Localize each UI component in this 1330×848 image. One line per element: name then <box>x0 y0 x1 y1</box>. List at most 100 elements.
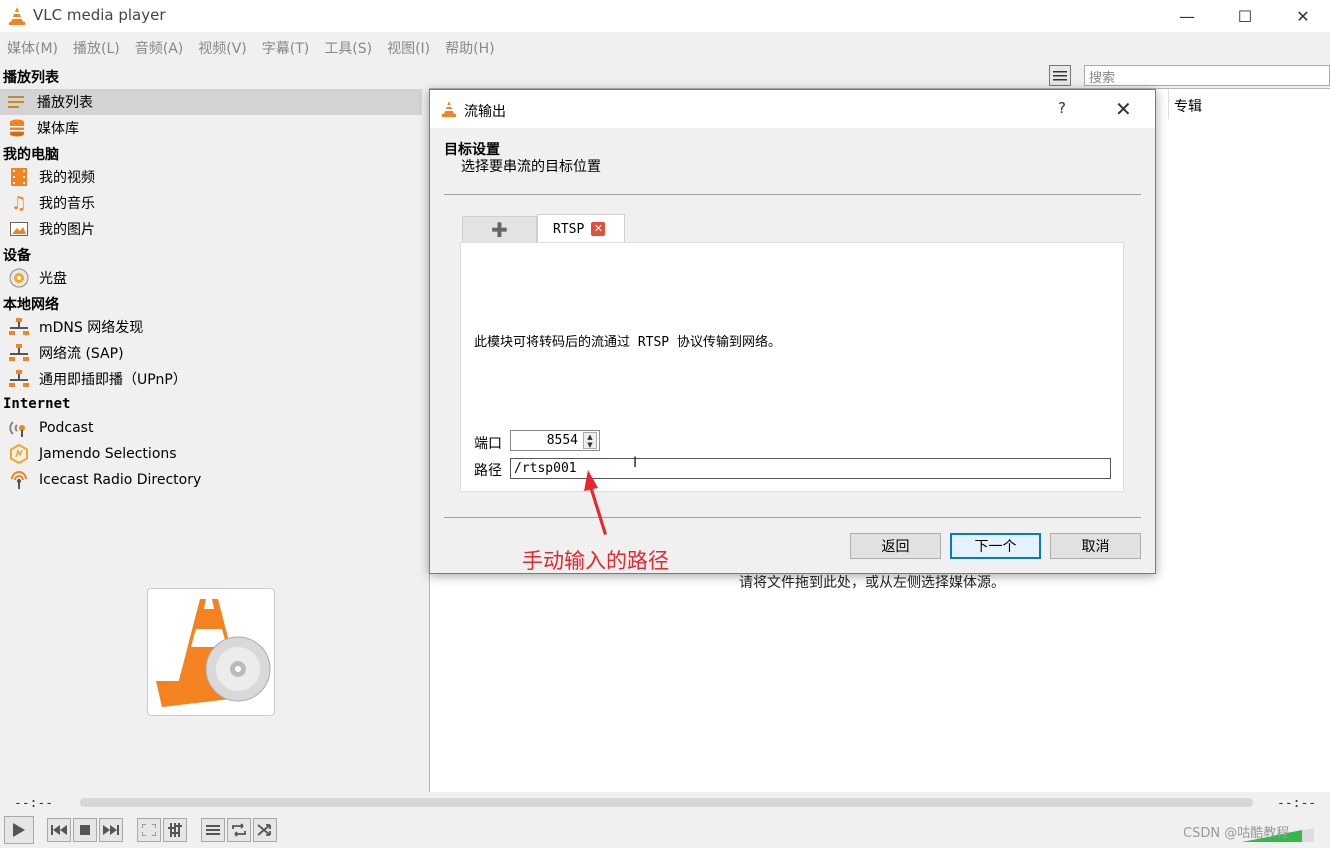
sidebar-item-label: 播放列表 <box>37 95 93 111</box>
play-button[interactable] <box>4 816 34 844</box>
rtsp-settings-panel: 此模块可将转码后的流通过 RTSP 协议传输到网络。 端口 8554 ▲ ▼ 路径… <box>460 242 1124 492</box>
dialog-close-button[interactable]: ✕ <box>1115 97 1132 121</box>
cancel-button[interactable]: 取消 <box>1050 533 1141 559</box>
next-button[interactable]: 下一个 <box>950 533 1041 559</box>
sidebar-item-media-library[interactable]: 媒体库 <box>0 115 422 141</box>
sidebar-header-my-computer: 我的电脑 <box>3 147 59 163</box>
port-spinbox[interactable]: 8554 ▲ ▼ <box>510 430 600 451</box>
sidebar: 播放列表 播放列表 媒体库 我的电脑 我的视频 ♫ 我的音乐 我的图片 设备 光… <box>0 62 428 792</box>
shuffle-icon <box>257 824 271 836</box>
sidebar-item-label: 媒体库 <box>37 121 79 137</box>
window-title: VLC media player <box>33 6 166 24</box>
search-input[interactable]: 搜索 <box>1084 65 1330 86</box>
playlist-view-button[interactable] <box>1049 65 1071 86</box>
menu-view[interactable]: 视图(I) <box>380 34 438 60</box>
stream-output-dialog: 流输出 ? ✕ 目标设置 选择要串流的目标位置 ✚ RTSP ✕ 此模块可将转码… <box>429 89 1156 574</box>
divider <box>444 194 1141 195</box>
sidebar-item-label: 我的音乐 <box>39 196 95 212</box>
total-time: --:-- <box>1277 796 1317 811</box>
sidebar-item-label: Icecast Radio Directory <box>39 472 202 488</box>
tab-rtsp[interactable]: RTSP ✕ <box>537 214 625 243</box>
menu-subtitle[interactable]: 字幕(T) <box>255 34 317 60</box>
tab-close-icon[interactable]: ✕ <box>591 222 606 236</box>
annotation-arrow-icon <box>584 470 607 535</box>
menu-media[interactable]: 媒体(M) <box>0 34 66 60</box>
next-track-button[interactable] <box>99 818 123 842</box>
vlc-cone-icon <box>442 101 456 117</box>
podcast-icon <box>9 418 29 438</box>
loop-button[interactable] <box>227 818 251 842</box>
help-button[interactable]: ? <box>1058 99 1066 117</box>
vlc-cone-disc-icon <box>156 599 271 707</box>
add-destination-tab[interactable]: ✚ <box>462 216 537 242</box>
sidebar-item-playlist[interactable]: 播放列表 <box>0 89 422 115</box>
module-description: 此模块可将转码后的流通过 RTSP 协议传输到网络。 <box>474 335 781 350</box>
column-separator <box>1168 89 1169 119</box>
column-header-album[interactable]: 专辑 <box>1174 96 1202 116</box>
back-button[interactable]: 返回 <box>850 533 941 559</box>
sidebar-item-label: Jamendo Selections <box>39 446 177 462</box>
port-label: 端口 <box>474 436 502 452</box>
menu-help[interactable]: 帮助(H) <box>438 34 502 60</box>
annotation-label: 手动输入的路径 <box>522 549 669 573</box>
sidebar-item-disc[interactable]: 光盘 <box>0 265 422 291</box>
path-value: /rtsp001 <box>514 461 577 476</box>
previous-button[interactable] <box>47 818 71 842</box>
sidebar-item-label: Podcast <box>39 420 94 436</box>
equalizer-icon <box>168 823 182 837</box>
sidebar-header-internet: Internet <box>3 396 71 412</box>
dialog-title: 流输出 <box>464 104 506 120</box>
shuffle-button[interactable] <box>253 818 277 842</box>
sidebar-item-jamendo[interactable]: Jamendo Selections <box>0 441 422 467</box>
maximize-button[interactable]: ☐ <box>1216 0 1274 32</box>
library-icon <box>7 118 27 138</box>
fullscreen-button[interactable] <box>137 818 161 842</box>
playlist-icon <box>7 92 27 112</box>
sidebar-item-sap[interactable]: 网络流 (SAP) <box>0 340 422 366</box>
stop-button[interactable] <box>73 818 97 842</box>
network-icon <box>9 317 29 337</box>
sidebar-header-local-network: 本地网络 <box>3 297 59 313</box>
sidebar-item-label: mDNS 网络发现 <box>39 320 144 336</box>
repeat-icon <box>232 823 246 837</box>
network-icon <box>9 343 29 363</box>
dialog-titlebar: 流输出 ? ✕ <box>430 90 1155 128</box>
list-view-icon <box>1053 70 1067 80</box>
menu-audio[interactable]: 音频(A) <box>128 34 192 60</box>
spin-arrows-icon[interactable]: ▲ ▼ <box>583 432 597 449</box>
menu-tools[interactable]: 工具(S) <box>317 34 380 60</box>
stop-icon <box>80 825 90 835</box>
playlist-icon <box>206 825 220 835</box>
minimize-button[interactable]: — <box>1158 0 1216 32</box>
skip-back-icon <box>51 825 67 835</box>
tab-label: RTSP <box>553 221 585 237</box>
divider <box>444 517 1141 518</box>
menu-video[interactable]: 视频(V) <box>191 34 255 60</box>
film-icon <box>9 167 29 187</box>
sidebar-item-podcast[interactable]: Podcast <box>0 415 422 441</box>
sidebar-item-label: 光盘 <box>39 271 67 287</box>
sidebar-item-icecast[interactable]: Icecast Radio Directory <box>0 467 422 493</box>
disc-icon <box>9 268 29 288</box>
sidebar-header-playlist: 播放列表 <box>3 70 59 86</box>
sidebar-item-my-music[interactable]: ♫ 我的音乐 <box>0 190 422 216</box>
sidebar-item-mdns[interactable]: mDNS 网络发现 <box>0 314 422 340</box>
jamendo-icon <box>9 444 29 464</box>
seek-slider[interactable] <box>80 798 1253 807</box>
toggle-playlist-button[interactable] <box>201 818 225 842</box>
extended-settings-button[interactable] <box>163 818 187 842</box>
menu-bar: 媒体(M) 播放(L) 音频(A) 视频(V) 字幕(T) 工具(S) 视图(I… <box>0 34 1330 60</box>
sidebar-item-label: 我的图片 <box>39 222 95 238</box>
sidebar-item-upnp[interactable]: 通用即插即播（UPnP） <box>0 366 422 392</box>
dialog-subheading: 选择要串流的目标位置 <box>461 159 601 175</box>
sidebar-item-label: 我的视频 <box>39 170 95 186</box>
sidebar-item-label: 网络流 (SAP) <box>39 346 124 362</box>
close-window-button[interactable]: ✕ <box>1274 0 1330 32</box>
sidebar-item-my-pictures[interactable]: 我的图片 <box>0 216 422 242</box>
menu-playback[interactable]: 播放(L) <box>66 34 128 60</box>
picture-icon <box>9 219 29 239</box>
elapsed-time: --:-- <box>14 796 54 811</box>
sidebar-item-my-videos[interactable]: 我的视频 <box>0 164 422 190</box>
window-titlebar: VLC media player — ☐ ✕ <box>0 0 1330 32</box>
path-label: 路径 <box>474 463 502 479</box>
